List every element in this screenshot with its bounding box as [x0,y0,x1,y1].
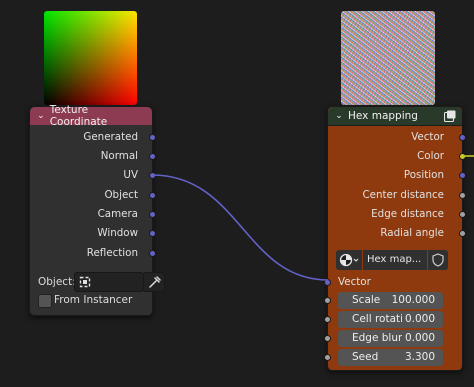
object-field[interactable] [74,272,144,292]
output-generated: Generated [83,131,138,143]
image-type-icon [339,253,359,267]
output-position: Position [403,169,444,181]
uv-preview-image [44,11,137,105]
socket-in-seed[interactable] [324,354,331,361]
socket-in-scale[interactable] [324,297,331,304]
cell-rotation-field[interactable]: Cell rotati 0.000 [338,311,443,328]
socket-normal[interactable] [149,153,156,160]
socket-generated[interactable] [149,134,156,141]
socket-in-edge-blur[interactable] [324,335,331,342]
scale-field[interactable]: Scale 100.000 [338,292,443,309]
edge-blur-field[interactable]: Edge blur 0.000 [338,330,443,347]
socket-reflection[interactable] [149,250,156,257]
output-uv: UV [123,169,138,181]
socket-window[interactable] [149,230,156,237]
socket-out-center-distance[interactable] [459,192,466,199]
object-label: Object: [38,276,76,288]
socket-uv[interactable] [149,172,156,179]
socket-camera[interactable] [149,211,156,218]
texture-coordinate-header[interactable]: ⌄ Texture Coordinate [30,104,152,128]
eyedropper-button[interactable] [143,272,165,292]
eyedropper-icon [149,276,161,288]
socket-out-position[interactable] [459,172,466,179]
socket-out-radial-angle[interactable] [459,230,466,237]
output-window: Window [97,227,138,239]
hex-mapping-node[interactable]: ⌄ Hex mapping Vector Color Position Cent… [324,106,466,371]
output-radial-angle: Radial angle [380,227,444,239]
socket-out-edge-distance[interactable] [459,211,466,218]
texture-coordinate-node[interactable]: ⌄ Texture Coordinate Generated Normal UV… [29,104,165,316]
from-instancer-label: From Instancer [54,294,133,306]
collapse-chevron-icon[interactable]: ⌄ [334,111,344,121]
output-object: Object [104,189,138,201]
output-color: Color [417,150,444,162]
node-editor-canvas[interactable]: ⌄ Texture Coordinate Generated Normal UV… [0,0,474,387]
output-camera: Camera [97,208,138,220]
seed-field[interactable]: Seed 3.300 [338,349,443,366]
socket-in-cell-rotation[interactable] [324,316,331,323]
image-name-field[interactable]: Hex map... [363,250,427,270]
image-browse-button[interactable] [336,250,362,270]
shield-icon [432,253,444,267]
link-uv-to-vector [151,174,329,281]
output-center-distance: Center distance [362,189,444,201]
fake-user-button[interactable] [428,250,448,270]
socket-out-vector[interactable] [459,134,466,141]
hex-preview-image [341,11,435,105]
socket-out-color[interactable] [459,153,466,160]
output-reflection: Reflection [86,247,138,259]
node-title: Hex mapping [348,110,418,122]
output-normal: Normal [100,150,138,162]
object-box-icon [79,276,91,288]
from-instancer-checkbox[interactable] [38,294,52,308]
output-vector: Vector [411,131,444,143]
image-datablock-selector[interactable]: Hex map... [336,250,456,270]
socket-object[interactable] [149,192,156,199]
input-vector-label: Vector [338,276,371,288]
hex-mapping-header[interactable]: ⌄ Hex mapping [328,107,462,126]
node-title: Texture Coordinate [49,104,108,128]
collapse-chevron-icon[interactable]: ⌄ [36,111,46,121]
socket-in-vector[interactable] [324,279,331,286]
output-edge-distance: Edge distance [371,208,444,220]
node-group-icon[interactable] [444,110,456,122]
